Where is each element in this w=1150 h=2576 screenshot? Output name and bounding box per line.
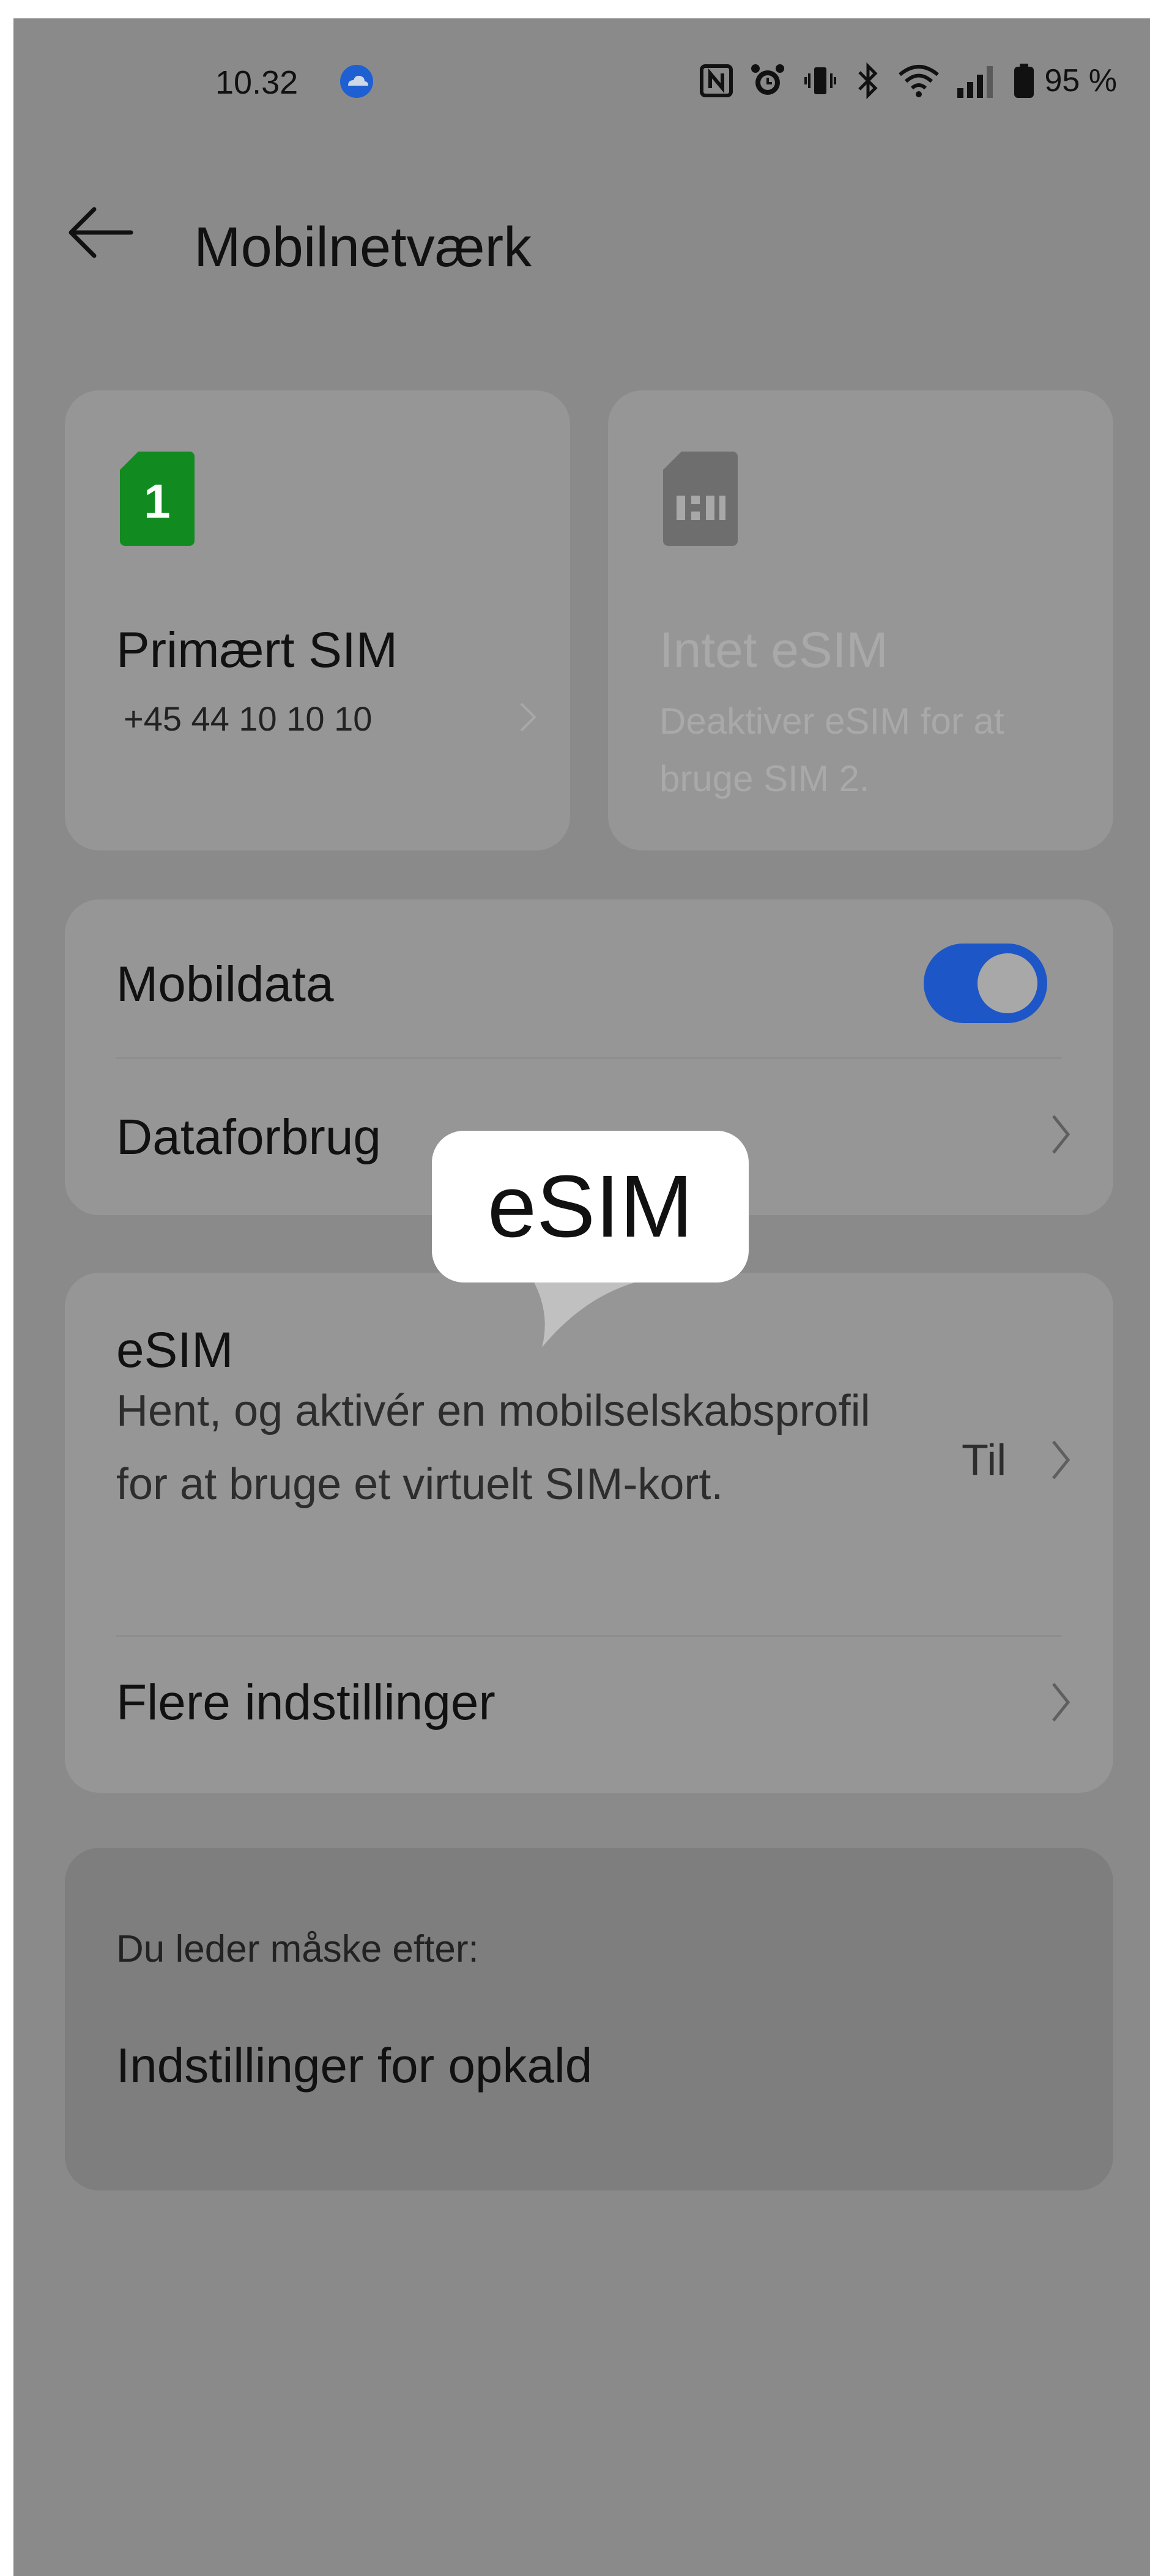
signal-icon <box>957 66 993 98</box>
alarm-icon <box>751 64 785 95</box>
status-bar: 10.32 95 % <box>13 18 1150 153</box>
status-time: 10.32 <box>215 64 299 101</box>
chevron-right-icon <box>520 702 536 732</box>
suggestion-call-settings[interactable]: Indstillinger for opkald <box>116 2038 592 2094</box>
nfc-icon <box>700 64 733 97</box>
esim-section-title: eSIM <box>116 1322 234 1378</box>
esim-chip-icon <box>663 452 738 546</box>
esim-status: Til <box>962 1436 1007 1485</box>
more-settings-label[interactable]: Flere indstillinger <box>116 1674 495 1732</box>
chevron-right-icon[interactable] <box>1048 1435 1073 1484</box>
back-arrow-icon[interactable] <box>64 202 136 263</box>
primary-sim-card[interactable]: 1 Primært SIM +45 44 10 10 10 <box>65 390 570 851</box>
esim-subtitle: Deaktiver eSIM for at bruge SIM 2. <box>659 701 1004 799</box>
esim-title: Intet eSIM <box>659 622 888 678</box>
suggestions-section: Du leder måske efter: Indstillinger for … <box>65 1848 1113 2191</box>
battery-percentage: 95 % <box>1044 63 1117 99</box>
page-title: Mobilnetværk <box>194 216 532 278</box>
primary-sim-number: +45 44 10 10 10 <box>124 699 373 738</box>
data-usage-label: Dataforbrug <box>116 1109 382 1165</box>
esim-description: Hent, og aktivér en mobilselskabsprofil … <box>116 1387 870 1509</box>
esim-tooltip: eSIM <box>432 1131 749 1282</box>
divider <box>116 1635 1062 1637</box>
sim-1-icon: 1 <box>120 452 195 546</box>
tooltip-text: eSIM <box>487 1157 694 1256</box>
chevron-right-icon <box>1052 1115 1070 1154</box>
cloud-icon <box>340 65 373 98</box>
bluetooth-icon <box>858 62 878 99</box>
status-icons: 95 % <box>699 61 1117 100</box>
vibrate-icon <box>804 67 837 94</box>
screen: 10.32 95 % Mobilnetværk 1 Primært SIM +4… <box>13 18 1150 2576</box>
sim-1-number: 1 <box>144 474 170 528</box>
esim-card: Intet eSIM Deaktiver eSIM for at bruge S… <box>608 390 1113 851</box>
primary-sim-title: Primært SIM <box>116 622 398 678</box>
chevron-right-icon <box>1052 1683 1070 1722</box>
suggestions-heading: Du leder måske efter: <box>116 1928 479 1970</box>
battery-icon <box>1014 64 1034 98</box>
wifi-icon <box>899 65 940 97</box>
esim-section: eSIM Hent, og aktivér en mobilselskabspr… <box>65 1273 1113 1793</box>
